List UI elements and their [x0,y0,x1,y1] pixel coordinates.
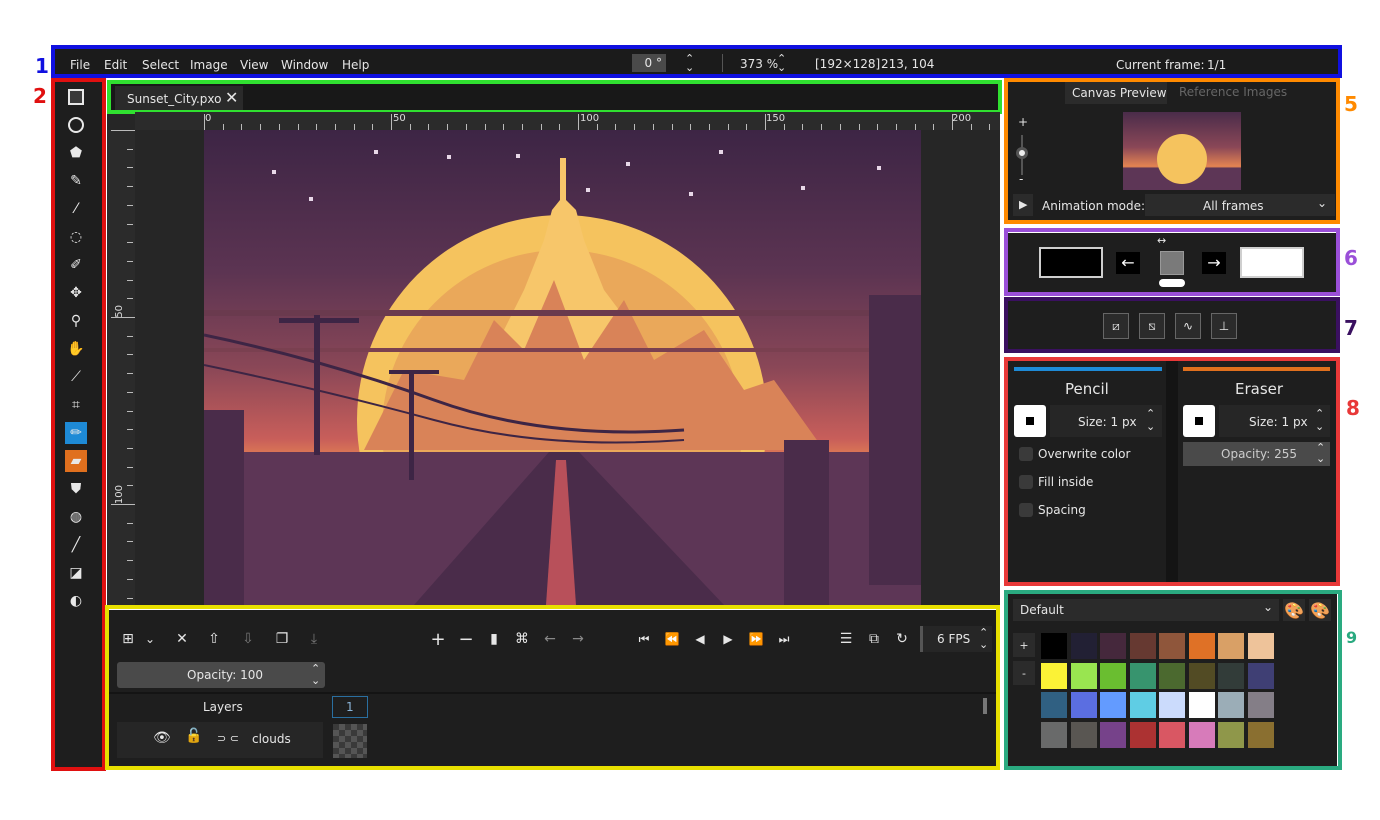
ruler-tick [127,373,133,375]
ruler-tick [204,114,205,130]
ruler-tick [970,124,972,130]
ruler-tick [111,504,135,505]
ruler-tick [127,578,133,580]
ruler-left: 50 100 [107,130,135,605]
ruler-tick [127,148,133,150]
ruler-label: 100 [580,113,600,124]
region-number-6: 6 [1344,246,1358,270]
region-number-8: 8 [1346,396,1360,420]
pixel-art-canvas[interactable] [204,130,921,605]
region-frame-9 [1004,590,1342,770]
region-number-2: 2 [33,84,47,108]
region-number-7: 7 [1344,316,1358,340]
region-frame-5 [1004,78,1340,224]
ruler-tick [578,114,579,130]
ruler-label: 0 [205,113,212,124]
ruler-tick [127,466,133,468]
ruler-tick [127,447,133,449]
region-frame-7 [1004,297,1340,353]
ruler-top: 0 50 100 150 200 [135,112,1047,130]
ruler-tick [391,114,392,130]
ruler-tick [127,410,133,412]
ruler-tick [127,560,133,562]
region-frame-2 [51,78,106,771]
ruler-label: 50 [114,305,125,318]
region-frame-8 [1004,357,1340,586]
region-frame-6 [1004,228,1340,296]
ruler-tick [127,429,133,431]
ruler-tick [765,114,766,130]
ruler-tick [127,223,133,225]
ruler-tick [127,522,133,524]
ruler-label: 100 [114,485,125,505]
ruler-tick [127,391,133,393]
region-frame-4 [105,605,1000,770]
region-frame-3 [107,80,1002,114]
ruler-tick [127,204,133,206]
ruler-label: 150 [766,113,786,124]
ruler-tick [111,317,135,318]
ruler-tick [127,335,133,337]
ruler-tick [933,124,935,130]
ruler-tick [127,279,133,281]
ruler-tick [952,114,953,130]
ruler-label: 50 [393,113,406,124]
ruler-tick [127,298,133,300]
ruler-tick [127,167,133,169]
ruler-tick [989,124,991,130]
region-number-1: 1 [35,54,49,78]
ruler-tick [127,354,133,356]
ruler-tick [111,130,135,131]
ruler-tick [127,541,133,543]
ruler-tick [127,186,133,188]
ruler-tick [127,242,133,244]
ruler-tick [127,597,133,599]
region-number-5: 5 [1344,92,1358,116]
ruler-tick [127,485,133,487]
region-number-9: 9 [1346,628,1358,647]
region-frame-1 [51,45,1342,78]
ruler-tick [127,260,133,262]
ruler-label: 200 [952,113,972,124]
